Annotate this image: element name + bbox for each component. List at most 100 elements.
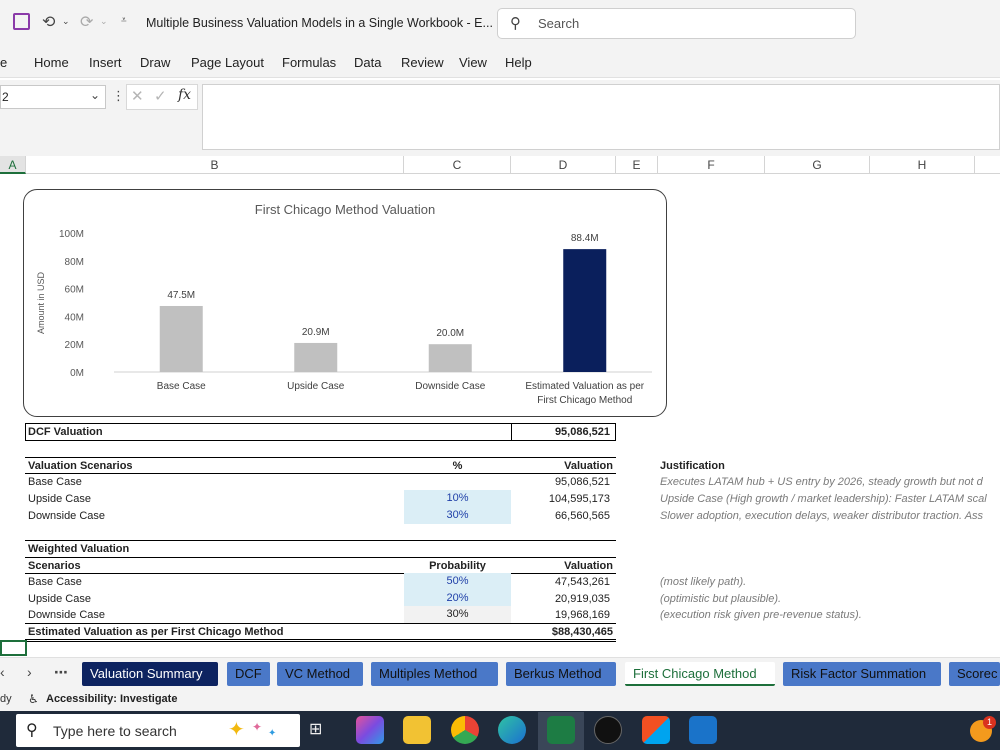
- insert-function-icon[interactable]: fx: [178, 87, 191, 103]
- customize-toolbar-icon[interactable]: ⩡: [121, 15, 127, 26]
- scenario-name[interactable]: Upside Case: [28, 491, 328, 507]
- tab-home[interactable]: Home: [34, 55, 69, 70]
- tab-data[interactable]: Data: [354, 55, 381, 70]
- search-box[interactable]: ⚲ Search: [497, 8, 856, 39]
- weighted-valuation-header[interactable]: Valuation: [511, 558, 613, 574]
- name-box[interactable]: 2 ⌄: [0, 85, 106, 109]
- sheet-tab-valuation-summary[interactable]: Valuation Summary: [82, 662, 218, 686]
- scenarios-pct-header[interactable]: %: [404, 458, 511, 474]
- weighted-probability-cell[interactable]: 30%: [404, 606, 511, 623]
- undo-icon[interactable]: ⟲: [42, 12, 55, 32]
- column-header-f[interactable]: F: [658, 156, 765, 174]
- scenario-valuation[interactable]: 66,560,565: [511, 508, 610, 524]
- dcf-label[interactable]: DCF Valuation: [28, 424, 328, 440]
- weighted-row-valuation[interactable]: 19,968,169: [511, 607, 610, 623]
- scenario-valuation[interactable]: 95,086,521: [511, 474, 610, 490]
- outlook-icon[interactable]: [689, 716, 717, 744]
- tab-help[interactable]: Help: [505, 55, 532, 70]
- more-sheets-icon[interactable]: ⋯: [54, 664, 68, 681]
- tab-file[interactable]: e: [0, 55, 7, 70]
- excel-icon[interactable]: [547, 716, 575, 744]
- weighted-bottom-double-rule: [25, 639, 616, 642]
- weighted-probability-header[interactable]: Probability: [404, 558, 511, 574]
- chart-bar: [563, 249, 607, 372]
- task-view-icon[interactable]: ⊞: [309, 719, 322, 739]
- upwork-icon[interactable]: [594, 716, 622, 744]
- weighted-row-name[interactable]: Upside Case: [28, 591, 328, 607]
- weighted-total-value[interactable]: $88,430,465: [511, 624, 613, 640]
- scroll-left-icon[interactable]: ‹: [0, 664, 5, 680]
- redo-dropdown-icon[interactable]: ⌄: [100, 16, 108, 27]
- scenario-justification[interactable]: Executes LATAM hub + US entry by 2026, s…: [660, 474, 1000, 490]
- sheet-tab-risk-factor-summation[interactable]: Risk Factor Summation: [783, 662, 941, 686]
- column-header-b[interactable]: B: [26, 156, 404, 174]
- weighted-row-name[interactable]: Downside Case: [28, 607, 328, 623]
- weighted-scenarios-header[interactable]: Scenarios: [28, 558, 328, 574]
- sheet-tab-dcf[interactable]: DCF: [227, 662, 270, 686]
- weighted-probability-input[interactable]: 20%: [404, 590, 511, 607]
- column-header-h[interactable]: H: [870, 156, 975, 174]
- tab-formulas[interactable]: Formulas: [282, 55, 336, 70]
- accessibility-icon[interactable]: ♿: [28, 692, 39, 706]
- chart-y-axis-label: Amount in USD: [36, 271, 46, 334]
- scenarios-valuation-header[interactable]: Valuation: [511, 458, 613, 474]
- scenario-valuation[interactable]: 104,595,173: [511, 491, 610, 507]
- scenario-justification[interactable]: Upside Case (High growth / market leader…: [660, 491, 1000, 507]
- enter-icon[interactable]: ✓: [154, 87, 167, 105]
- accessibility-status[interactable]: Accessibility: Investigate: [46, 693, 177, 705]
- tab-draw[interactable]: Draw: [140, 55, 170, 70]
- scenario-pct-input[interactable]: 10%: [404, 490, 511, 507]
- formula-input[interactable]: [202, 84, 1000, 150]
- taskbar-search[interactable]: ⚲ Type here to search ✦ ✦ ✦: [16, 714, 300, 747]
- column-header-d[interactable]: D: [511, 156, 616, 174]
- dcf-value[interactable]: 95,086,521: [511, 424, 610, 440]
- weighted-row-valuation[interactable]: 47,543,261: [511, 574, 610, 590]
- sheet-tab-multiples-method[interactable]: Multiples Method: [371, 662, 498, 686]
- sheet-tab-scorecard[interactable]: Scorec: [949, 662, 1000, 686]
- weighted-row-name[interactable]: Base Case: [28, 574, 328, 590]
- redo-icon[interactable]: ⟳: [80, 12, 93, 32]
- chevron-down-icon[interactable]: ⌄: [90, 88, 100, 102]
- scenario-name[interactable]: Base Case: [28, 474, 328, 490]
- tab-review[interactable]: Review: [401, 55, 444, 70]
- save-icon[interactable]: [13, 13, 30, 30]
- notification-badge: 1: [983, 716, 996, 729]
- tab-page-layout[interactable]: Page Layout: [191, 55, 264, 70]
- scroll-right-icon[interactable]: ›: [27, 664, 32, 680]
- selected-cell[interactable]: [0, 640, 27, 656]
- column-header-c[interactable]: C: [404, 156, 511, 174]
- tab-view[interactable]: View: [459, 55, 487, 70]
- edge-icon[interactable]: [498, 716, 526, 744]
- weighted-row-valuation[interactable]: 20,919,035: [511, 591, 610, 607]
- chart-y-tick-label: 80M: [65, 257, 84, 268]
- column-header-e[interactable]: E: [616, 156, 658, 174]
- scenario-name[interactable]: Downside Case: [28, 508, 328, 524]
- cancel-icon[interactable]: ✕: [131, 87, 144, 105]
- sheet-tab-first-chicago-method[interactable]: First Chicago Method: [625, 662, 775, 686]
- chart-area[interactable]: First Chicago Method Valuation Amount in …: [23, 189, 667, 417]
- undo-dropdown-icon[interactable]: ⌄: [62, 16, 70, 27]
- column-header-g[interactable]: G: [765, 156, 870, 174]
- scenario-pct-input[interactable]: 30%: [404, 507, 511, 524]
- weighted-title[interactable]: Weighted Valuation: [28, 541, 328, 557]
- weighted-total-label[interactable]: Estimated Valuation as per First Chicago…: [28, 624, 398, 640]
- weighted-row-note[interactable]: (most likely path).: [660, 574, 1000, 590]
- scenarios-header[interactable]: Valuation Scenarios: [28, 458, 328, 474]
- more-options-icon[interactable]: ⋮: [112, 88, 125, 104]
- scenario-justification[interactable]: Slower adoption, execution delays, weake…: [660, 508, 1000, 524]
- file-explorer-icon[interactable]: [403, 716, 431, 744]
- copilot-icon[interactable]: [356, 716, 384, 744]
- search-icon: ⚲: [510, 15, 521, 32]
- tab-insert[interactable]: Insert: [89, 55, 122, 70]
- weighted-row-note[interactable]: (execution risk given pre-revenue status…: [660, 607, 1000, 623]
- column-header-a[interactable]: A: [0, 156, 26, 174]
- sheet-tab-berkus-method[interactable]: Berkus Method: [506, 662, 616, 686]
- chart-y-tick-label: 0M: [70, 368, 84, 379]
- sheet-tab-vc-method[interactable]: VC Method: [277, 662, 363, 686]
- weighted-probability-input[interactable]: 50%: [404, 573, 511, 590]
- cell-divider: [511, 423, 512, 441]
- justification-header[interactable]: Justification: [660, 458, 860, 474]
- microsoft-store-icon[interactable]: [642, 716, 670, 744]
- weighted-row-note[interactable]: (optimistic but plausible).: [660, 591, 1000, 607]
- chrome-icon[interactable]: [451, 716, 479, 744]
